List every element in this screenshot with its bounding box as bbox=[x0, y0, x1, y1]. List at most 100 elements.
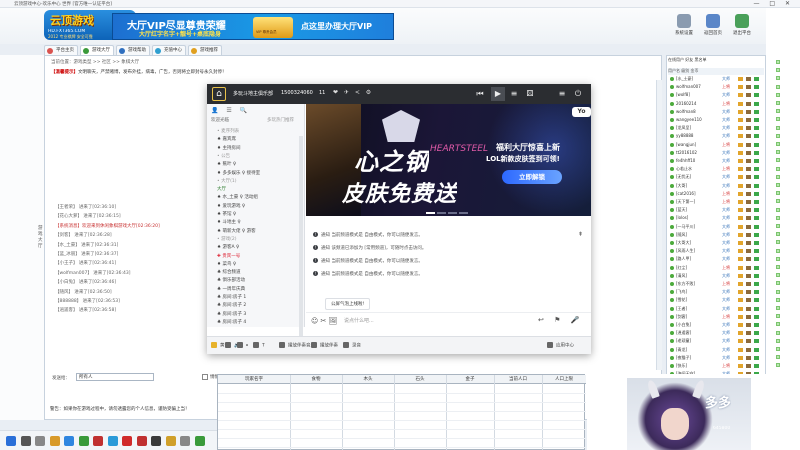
channel-tree-item[interactable]: ♠ 嘉宾席 bbox=[217, 136, 299, 142]
channel-tree-item[interactable]: ✚ 贵宾一号 bbox=[217, 253, 299, 259]
taskbar-app-icon[interactable] bbox=[122, 436, 132, 446]
channel-tree-item[interactable]: ♠ 水_土豪 ♀ 活动组 bbox=[217, 194, 299, 200]
channel-tree-item[interactable]: ♣ 房间:房子 1 bbox=[217, 294, 299, 300]
carousel-dot[interactable] bbox=[459, 212, 468, 214]
carousel-dot[interactable] bbox=[448, 212, 457, 214]
user-row[interactable]: [风雨人生] 大师 bbox=[670, 248, 764, 255]
channel-tree-item[interactable]: ♠ 游客A ♀ bbox=[217, 244, 299, 250]
tab-3[interactable]: 充值中心 bbox=[152, 45, 186, 55]
user-row[interactable]: [无忧无] 大师 bbox=[670, 174, 764, 181]
ad-unlock-button[interactable]: 立即解锁 bbox=[502, 170, 562, 184]
channel-tree-item[interactable]: ♦ 主持房间 bbox=[217, 145, 299, 151]
voice-bottom-item-2[interactable]: ⏸ bbox=[237, 342, 248, 349]
user-row[interactable]: [蓝天] 大师 bbox=[670, 207, 764, 214]
taskbar-app-icon[interactable] bbox=[78, 436, 89, 446]
taskbar-app-icon[interactable] bbox=[165, 436, 176, 446]
user-row[interactable]: [清风] 大师 bbox=[670, 273, 764, 280]
user-row[interactable]: [快乐] 上将 bbox=[670, 363, 764, 370]
user-row[interactable]: [天下第一] 上将 bbox=[670, 199, 764, 206]
voice-top-button-1[interactable]: ▶ bbox=[491, 87, 505, 101]
channel-tree-item[interactable]: ♣ 房间:房子 2 bbox=[217, 302, 299, 308]
channel-tree-item[interactable]: ♦ 斗地主 ♀ bbox=[217, 219, 299, 225]
channel-tree-item[interactable]: ♠ 蕉叶 ♀ bbox=[217, 161, 299, 167]
voice-top-button-3[interactable]: ⚄ bbox=[523, 87, 537, 101]
user-row[interactable]: wolfman007 上将 bbox=[670, 84, 764, 91]
voice-bottom-item-6[interactable]: 录音 bbox=[343, 342, 361, 349]
user-row[interactable]: [大哥] 大师 bbox=[670, 183, 764, 190]
tab-1[interactable]: 游戏大厅 bbox=[80, 45, 114, 55]
voice-top-button-2[interactable]: ≡ bbox=[507, 87, 521, 101]
user-row[interactable]: [逍遥客] 大师 bbox=[670, 330, 764, 337]
user-row[interactable]: wangyee110 大师 bbox=[670, 117, 764, 124]
voice-bottom-item-4[interactable]: 播放伴奏音乐 bbox=[279, 342, 315, 349]
user-row[interactable]: [wangjun] 上将 bbox=[670, 142, 764, 149]
table-column-header[interactable]: 玩家名字 bbox=[218, 376, 290, 382]
user-row[interactable]: [cat2016] 上将 bbox=[670, 191, 764, 198]
user-row[interactable]: [wolf8] 大师 bbox=[670, 92, 764, 99]
taskbar-app-icon[interactable] bbox=[64, 436, 74, 446]
window-controls[interactable]: — □ ✕ bbox=[753, 0, 794, 7]
user-row[interactable]: [东方不败] 上将 bbox=[670, 281, 764, 288]
toolbar-button-2[interactable]: 退出平台 bbox=[729, 14, 755, 42]
taskbar-app-icon[interactable] bbox=[93, 436, 103, 446]
user-row[interactable]: [小白兔] 大师 bbox=[670, 322, 764, 329]
send-icons[interactable]: ↩ ⚑ 🎤 bbox=[538, 316, 583, 324]
channel-tree-item[interactable]: ♣ 房间:房子 3 bbox=[217, 311, 299, 317]
user-list-tabs[interactable]: 在线用户 好友 黑名单 bbox=[668, 57, 707, 63]
voice-bottom-item-7[interactable]: 应用中心 bbox=[547, 342, 574, 349]
toolbar-button-0[interactable]: 系统设置 bbox=[671, 14, 697, 42]
channel-tree-item[interactable]: ♠ 萌新大佬 ♀ 游客 bbox=[217, 228, 299, 234]
channel-tools-icons[interactable]: 👤 ☰ 🔍 bbox=[211, 107, 250, 114]
toolbar-button-1[interactable]: 返回首页 bbox=[700, 14, 726, 42]
user-row[interactable]: wolfman8 大师 bbox=[670, 109, 764, 116]
channel-tree-item[interactable]: ♦ 多多娱乐 ♀ 接待室 bbox=[217, 170, 299, 176]
voice-top-button-0[interactable]: ⏮ bbox=[473, 87, 487, 101]
tab-2[interactable]: 游戏帮助 bbox=[116, 45, 150, 55]
channel-tree-item[interactable]: ♣ 综合频道 bbox=[217, 269, 299, 275]
user-row[interactable]: [雪花] 大师 bbox=[670, 297, 764, 304]
user-row[interactable]: tt2016102 大师 bbox=[670, 150, 764, 157]
user-row[interactable]: [王者] 大师 bbox=[670, 306, 764, 313]
channel-tree-item[interactable]: 大厅 bbox=[217, 186, 299, 192]
user-row[interactable]: [一马平川] 大师 bbox=[670, 224, 764, 231]
vip-banner[interactable]: 大厅VIP尽显尊贵荣耀 大厅红字名字+靓号+桌底隐身 VIP 尊贵会员 点这里办… bbox=[112, 13, 394, 40]
table-column-header[interactable]: 当前人口 bbox=[494, 376, 542, 382]
channel-tree-item[interactable]: ♠ 茶馆 ♀ bbox=[217, 211, 299, 217]
user-row[interactable]: [老顽童] 大师 bbox=[670, 338, 764, 345]
taskbar-app-icon[interactable] bbox=[136, 436, 147, 446]
channel-tree-item[interactable]: • 大厅(1) bbox=[217, 178, 299, 184]
user-row[interactable]: [夜猫子] 大师 bbox=[670, 355, 764, 362]
channel-tree-item[interactable]: • 公告 bbox=[217, 153, 299, 159]
user-row[interactable]: 心若止水 上将 bbox=[670, 166, 764, 173]
private-checkbox[interactable] bbox=[202, 374, 208, 380]
table-column-header[interactable]: 木头 bbox=[342, 376, 394, 382]
ad-corner-tag[interactable]: Yo bbox=[572, 107, 591, 117]
channel-tree-item[interactable]: ♣ 一周年庆典 bbox=[217, 286, 299, 292]
chat-scrollbar[interactable] bbox=[656, 80, 662, 370]
channel-scrollbar[interactable] bbox=[299, 136, 303, 336]
user-row[interactable]: [青龙] 大师 bbox=[670, 347, 764, 354]
user-row[interactable]: [随风] 大师 bbox=[670, 232, 764, 239]
user-row[interactable]: [飞鸟] 大师 bbox=[670, 289, 764, 296]
channel-tree-item[interactable]: • 游戏(2) bbox=[217, 236, 299, 242]
table-column-header[interactable]: 石头 bbox=[394, 376, 446, 382]
send-to-select[interactable]: 所有人 bbox=[76, 373, 154, 381]
table-column-header[interactable]: 食物 bbox=[290, 376, 342, 382]
ad-carousel-dots[interactable] bbox=[426, 210, 472, 214]
home-icon[interactable]: ⌂ bbox=[212, 87, 226, 101]
user-row[interactable]: fe4hhff10 大师 bbox=[670, 158, 764, 165]
channel-tree-item[interactable]: ♦ 爱玩游戏 ♀ bbox=[217, 203, 299, 209]
emoji-icons[interactable]: ☺ ✂ 🖼 bbox=[311, 317, 338, 325]
carousel-dot[interactable] bbox=[426, 212, 435, 214]
user-row[interactable]: [剑客] 上将 bbox=[670, 314, 764, 321]
user-row[interactable]: [路人甲] 大师 bbox=[670, 256, 764, 263]
message-input[interactable]: 说点什么吧... bbox=[344, 317, 374, 324]
user-row[interactable]: yy88888 大师 bbox=[670, 133, 764, 140]
channel-tree-item[interactable]: ♣ 俱乐部活动 bbox=[217, 277, 299, 283]
promo-banner[interactable]: 心之钢 HEARTSTEEL 皮肤免费送 福利大厅惊喜上新 LOL新款皮肤签到可… bbox=[306, 104, 591, 216]
channel-tree-item[interactable]: ♣ 房间:房子 4 bbox=[217, 319, 299, 325]
taskbar-app-icon[interactable] bbox=[151, 436, 161, 446]
user-row[interactable]: 20160214 上将 bbox=[670, 101, 764, 108]
voice-bottom-item-5[interactable]: 播放伴奏 bbox=[311, 342, 338, 349]
user-row[interactable]: [lolos] 大师 bbox=[670, 215, 764, 222]
